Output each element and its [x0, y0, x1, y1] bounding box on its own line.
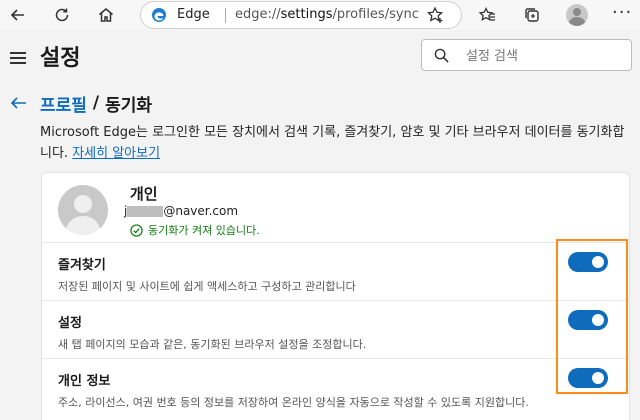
back-icon[interactable] [6, 3, 30, 27]
breadcrumb-parent[interactable]: 프로필 [40, 91, 87, 116]
browser-toolbar: Edge edge://settings/profiles/sync ··· [0, 0, 640, 30]
profile-name: 개인 [130, 185, 158, 203]
search-icon [434, 48, 449, 63]
home-icon[interactable] [94, 3, 118, 27]
profile-section: 개인 j @naver.com 동기화가 켜져 있습니다. [42, 173, 629, 243]
breadcrumb: 프로필 / 동기화 [10, 90, 152, 116]
add-favorite-icon[interactable] [425, 5, 445, 25]
sync-item-personal-info: 개인 정보 주소, 라이선스, 여권 번호 등의 정보를 저장하여 온라인 양식… [42, 359, 629, 417]
breadcrumb-current: 동기화 [105, 95, 153, 116]
edge-logo-icon [152, 8, 166, 22]
address-brand: Edge [177, 7, 210, 22]
sync-item-title: 즐겨찾기 [58, 258, 106, 273]
toggle-highlight-box [556, 239, 628, 394]
learn-more-link[interactable]: 자세히 알아보기 [72, 146, 160, 161]
address-bar[interactable]: Edge edge://settings/profiles/sync [140, 1, 462, 29]
address-divider [225, 8, 226, 23]
menu-icon[interactable] [10, 52, 26, 64]
more-icon[interactable]: ··· [612, 2, 632, 23]
sync-item-description: 새 탭 페이지의 모습과 같은, 동기화된 브라우저 설정을 조정합니다. [58, 338, 367, 351]
search-input[interactable] [466, 45, 626, 67]
refresh-icon[interactable] [50, 3, 74, 27]
settings-header: 설정 [0, 30, 640, 84]
sync-card: 개인 j @naver.com 동기화가 켜져 있습니다. 즐겨찾기 저장된 페… [41, 172, 630, 420]
favorites-icon[interactable] [475, 3, 499, 27]
avatar [58, 185, 108, 235]
back-arrow-icon[interactable] [10, 94, 28, 112]
profile-avatar[interactable] [566, 4, 588, 26]
settings-search[interactable] [421, 39, 632, 71]
profile-email: j @naver.com [124, 204, 238, 218]
sync-item-settings: 설정 새 탭 페이지의 모습과 같은, 동기화된 브라우저 설정을 조정합니다. [42, 301, 629, 359]
sync-status: 동기화가 켜져 있습니다. [130, 222, 260, 238]
sync-item-title: 개인 정보 [58, 374, 111, 389]
sync-item-description: 저장된 페이지 및 사이트에 쉽게 액세스하고 구성하고 관리합니다 [58, 280, 356, 293]
sync-item-description: 주소, 라이선스, 여권 번호 등의 정보를 저장하여 온라인 양식을 자동으로… [58, 396, 529, 409]
address-url[interactable]: edge://settings/profiles/sync [235, 7, 419, 22]
email-redaction [127, 205, 164, 217]
url-main: settings [280, 7, 333, 22]
breadcrumb-separator: / [92, 93, 100, 113]
sync-item-title: 설정 [58, 316, 82, 331]
page-title: 설정 [40, 46, 81, 71]
sync-item-favorites: 즐겨찾기 저장된 페이지 및 사이트에 쉽게 액세스하고 구성하고 관리합니다 [42, 243, 629, 301]
url-prefix: edge:// [235, 7, 281, 22]
collections-icon[interactable] [520, 3, 544, 27]
url-rest: /profiles/sync [332, 7, 419, 22]
sync-description: Microsoft Edge는 로그인한 모든 장치에서 검색 기록, 즐겨찾기… [40, 122, 630, 164]
check-circle-icon [130, 223, 143, 237]
sync-status-text: 동기화가 켜져 있습니다. [148, 224, 260, 237]
email-domain: @naver.com [163, 204, 239, 218]
